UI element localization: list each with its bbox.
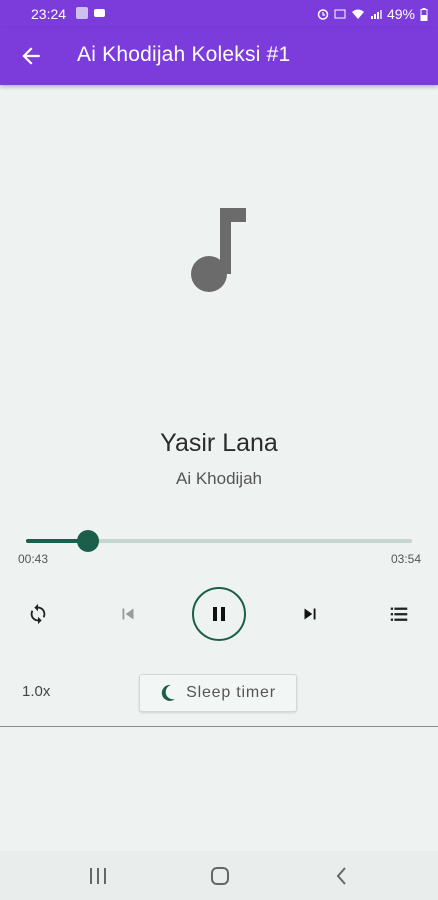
next-button[interactable] [296, 600, 324, 628]
system-nav-bar [0, 851, 438, 900]
status-icons-left [76, 7, 105, 19]
wifi-icon [351, 9, 364, 19]
seek-bar[interactable] [26, 530, 412, 552]
skip-next-icon [304, 608, 316, 620]
status-icons-right: 49% [317, 6, 428, 22]
home-icon[interactable] [210, 866, 230, 886]
track-artist: Ai Khodijah [175, 469, 262, 488]
playback-speed[interactable]: 1.0x [22, 683, 50, 700]
skip-previous-icon [122, 608, 134, 620]
gallery-icon [76, 7, 88, 19]
pause-icon [213, 607, 225, 621]
seek-thumb[interactable] [76, 530, 99, 552]
app-bar: Ai Khodijah Koleksi #1 [0, 28, 438, 85]
repeat-button[interactable] [24, 600, 52, 628]
playlist-button[interactable] [385, 600, 413, 628]
battery-icon [420, 7, 428, 21]
status-bar: 23:24 49% [0, 0, 438, 28]
repeat-icon [30, 603, 46, 625]
signal-icon [370, 10, 382, 19]
battery-percent: 49% [386, 6, 415, 22]
previous-button[interactable] [114, 600, 142, 628]
total-time: 03:54 [390, 552, 421, 566]
lte-icon [334, 9, 346, 19]
status-time: 23:24 [31, 6, 67, 22]
current-time: 00:43 [18, 552, 49, 566]
moon-icon [161, 684, 176, 701]
recents-icon[interactable] [88, 867, 108, 885]
track-title: Yasir Lana [160, 429, 278, 457]
video-icon [94, 9, 105, 17]
page-title: Ai Khodijah Koleksi #1 [77, 43, 291, 66]
back-nav-icon[interactable] [334, 866, 350, 886]
sleep-timer-button[interactable]: Sleep timer [139, 674, 297, 712]
arrow-back-icon [22, 47, 40, 65]
divider [0, 726, 438, 727]
pause-button[interactable] [192, 587, 246, 641]
back-button[interactable] [18, 43, 44, 69]
playlist-icon [390, 607, 408, 621]
sleep-timer-label: Sleep timer [186, 684, 276, 701]
alarm-icon [317, 9, 329, 20]
music-note-icon [191, 208, 246, 292]
